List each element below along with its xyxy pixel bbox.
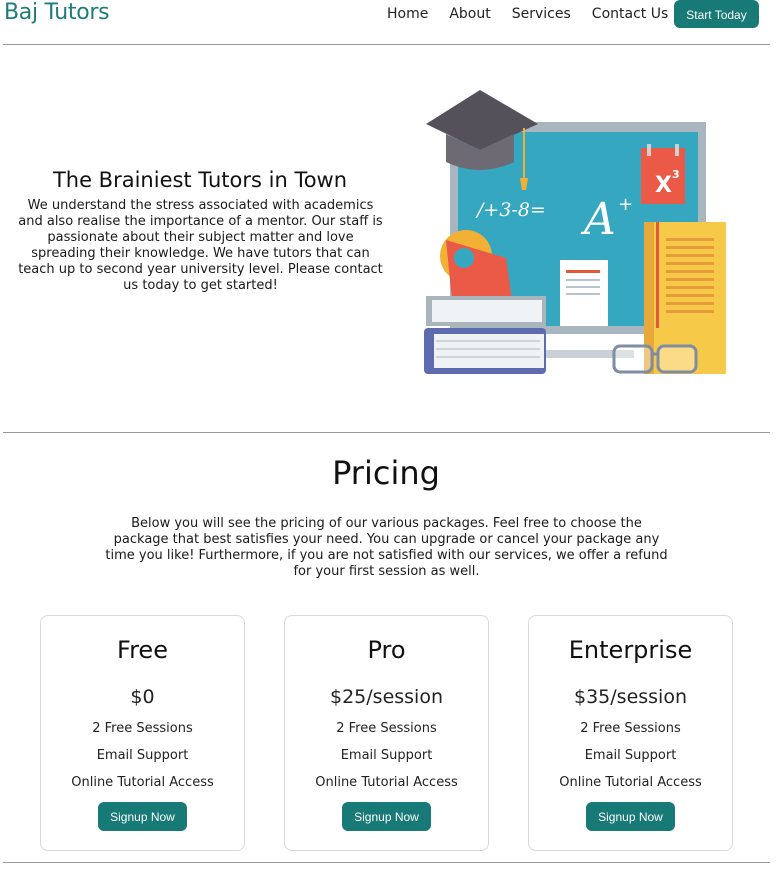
board-formula: /+3-8=: [475, 199, 546, 221]
plan-card-free: Free $0 2 Free Sessions Email Support On…: [40, 615, 245, 851]
section-divider: [3, 432, 770, 433]
nav-about-link[interactable]: About: [449, 6, 490, 22]
plan-feature: 2 Free Sessions: [580, 721, 681, 736]
plan-feature: 2 Free Sessions: [336, 721, 437, 736]
main-nav: Home About Services Contact Us: [387, 6, 668, 22]
footer-divider: [3, 862, 770, 863]
plan-name: Enterprise: [568, 636, 693, 664]
pricing-title: Pricing: [332, 454, 440, 492]
pricing-description: Below you will see the pricing of our va…: [105, 516, 668, 579]
plan-feature: 2 Free Sessions: [92, 721, 193, 736]
calendar-superscript: 3: [672, 168, 680, 181]
plan-card-enterprise: Enterprise $35/session 2 Free Sessions E…: [528, 615, 733, 851]
board-letter: A: [580, 194, 616, 245]
plan-name: Free: [117, 636, 168, 664]
nav-services-link[interactable]: Services: [512, 6, 571, 22]
nav-home-link[interactable]: Home: [387, 6, 428, 22]
header-divider: [3, 44, 770, 45]
signup-button-free[interactable]: Signup Now: [98, 802, 187, 831]
nav-contact-link[interactable]: Contact Us: [592, 6, 668, 22]
plan-feature: Online Tutorial Access: [315, 775, 458, 790]
plan-card-pro: Pro $25/session 2 Free Sessions Email Su…: [284, 615, 489, 851]
start-today-button[interactable]: Start Today: [674, 0, 759, 28]
signup-button-pro[interactable]: Signup Now: [342, 802, 431, 831]
plan-price: $25/session: [330, 686, 443, 708]
hero-title: The Brainiest Tutors in Town: [52, 168, 348, 192]
calendar-x: X: [655, 173, 672, 198]
plan-feature: Online Tutorial Access: [559, 775, 702, 790]
plan-price: $0: [130, 686, 155, 708]
hero-description: We understand the stress associated with…: [18, 198, 383, 293]
board-plus: +: [618, 194, 633, 215]
site-header: Baj Tutors Home About Services Contact U…: [0, 0, 784, 30]
plan-name: Pro: [367, 636, 406, 664]
plan-price: $35/session: [574, 686, 687, 708]
brand-logo[interactable]: Baj Tutors: [4, 0, 110, 25]
plan-feature: Email Support: [96, 748, 189, 763]
plan-feature: Online Tutorial Access: [71, 775, 214, 790]
plan-feature: Email Support: [340, 748, 433, 763]
signup-button-enterprise[interactable]: Signup Now: [586, 802, 675, 831]
plan-feature: Email Support: [584, 748, 677, 763]
education-illustration: /+3-8= A + X 3: [424, 90, 726, 374]
